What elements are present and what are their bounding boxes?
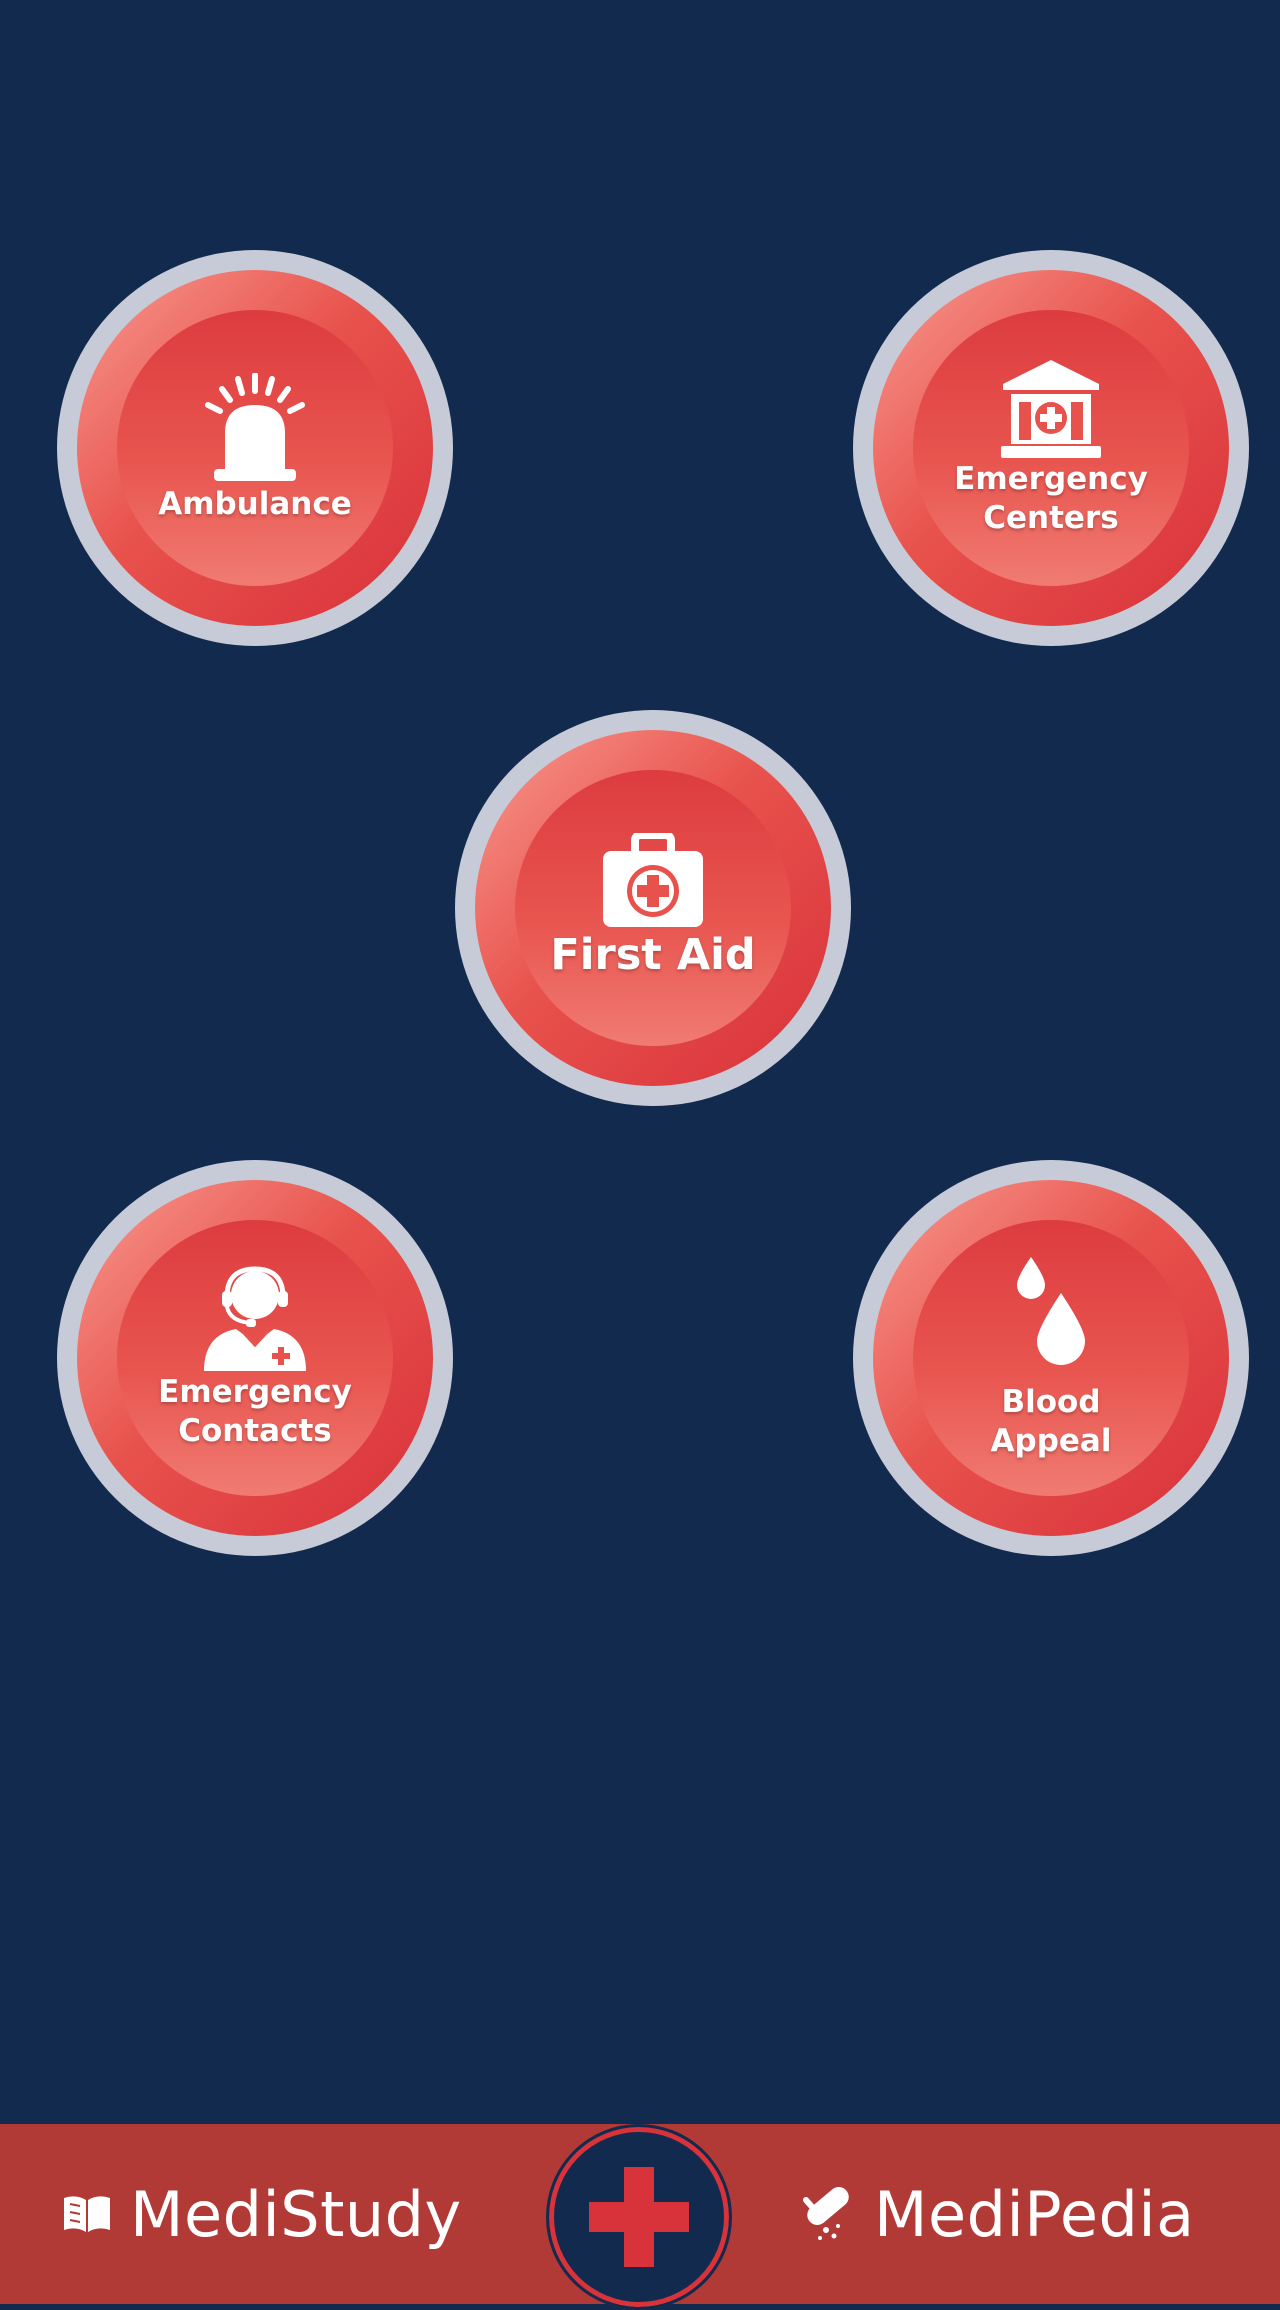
blood-appeal-button-inner: Blood Appeal	[913, 1220, 1189, 1496]
emergency-contacts-label-line2: Contacts	[178, 1413, 332, 1449]
hospital-building-icon	[999, 358, 1103, 460]
ambulance-button[interactable]: Ambulance	[57, 250, 453, 646]
emergency-centers-button[interactable]: Emergency Centers	[853, 250, 1249, 646]
emergency-centers-label-line1: Emergency	[954, 461, 1148, 498]
first-aid-button[interactable]: First Aid	[455, 710, 851, 1106]
siren-icon	[200, 372, 310, 485]
medistudy-label: MediStudy	[130, 2177, 462, 2251]
emergency-centers-label: Emergency Centers	[954, 460, 1148, 538]
emergency-contacts-button[interactable]: Emergency Contacts	[57, 1160, 453, 1556]
blood-appeal-label: Blood Appeal	[991, 1383, 1112, 1461]
blood-appeal-button[interactable]: Blood Appeal	[853, 1160, 1249, 1556]
emergency-contacts-label-line1: Emergency	[158, 1374, 352, 1411]
emergency-contacts-label: Emergency Contacts	[158, 1373, 352, 1451]
cross-badge-ring	[546, 2124, 732, 2310]
emergency-centers-label-line2: Centers	[983, 500, 1119, 536]
book-icon	[62, 2194, 112, 2234]
blood-appeal-label-line1: Blood	[1001, 1384, 1101, 1421]
blood-appeal-label-line2: Appeal	[990, 1423, 1112, 1459]
first-aid-label: First Aid	[550, 930, 756, 981]
medipedia-label: MediPedia	[874, 2177, 1195, 2251]
medipedia-nav-button[interactable]: MediPedia	[800, 2124, 1195, 2304]
ambulance-button-inner: Ambulance	[117, 310, 393, 586]
first-aid-kit-icon	[601, 833, 705, 929]
first-aid-button-inner: First Aid	[515, 770, 791, 1046]
emergency-contacts-button-inner: Emergency Contacts	[117, 1220, 393, 1496]
red-cross-icon	[587, 2165, 691, 2269]
emergency-centers-button-inner: Emergency Centers	[913, 310, 1189, 586]
medistudy-nav-button[interactable]: MediStudy	[62, 2124, 462, 2304]
home-cross-button[interactable]	[546, 2124, 732, 2310]
doctor-headset-icon	[200, 1265, 310, 1373]
blood-drops-icon	[1011, 1255, 1091, 1371]
ambulance-label: Ambulance	[158, 485, 352, 522]
pills-icon	[800, 2186, 856, 2242]
